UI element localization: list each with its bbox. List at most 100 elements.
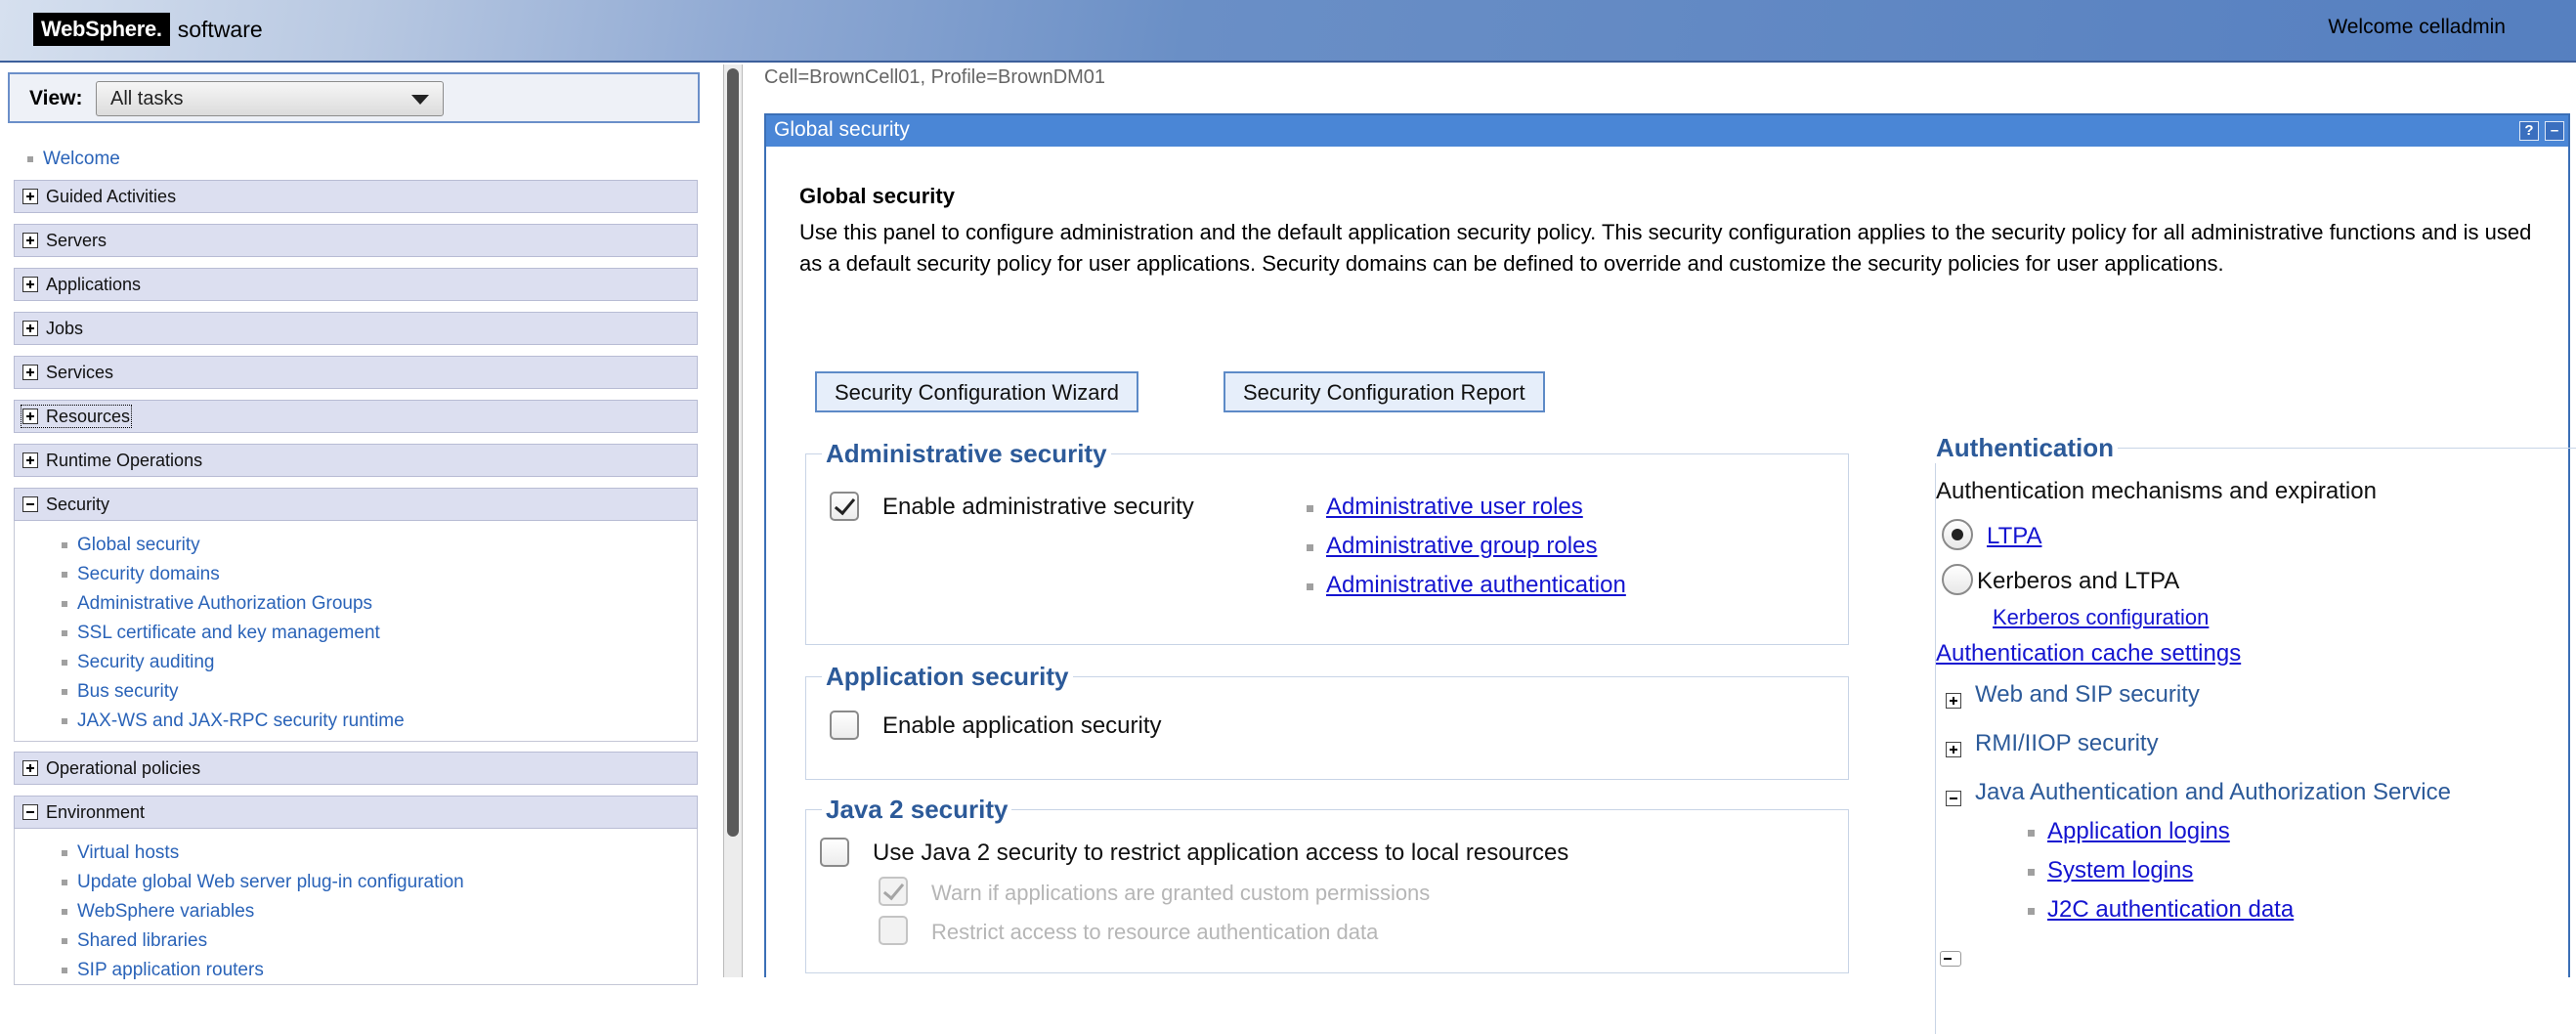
expand-icon[interactable]	[22, 365, 38, 380]
nav-item-label: Security domains	[77, 564, 220, 584]
nav-item-label: Security auditing	[77, 652, 215, 672]
expand-icon[interactable]	[22, 233, 38, 248]
nav-item-ssl-certificate[interactable]: SSL certificate and key management	[15, 619, 697, 648]
security-configuration-report-button[interactable]: Security Configuration Report	[1224, 371, 1545, 412]
kerberos-ltpa-label: Kerberos and LTPA	[1977, 568, 2180, 594]
nav-item-security-auditing[interactable]: Security auditing	[15, 648, 697, 677]
ltpa-radio[interactable]	[1942, 519, 1973, 550]
bullet-icon	[62, 629, 67, 636]
collapse-icon[interactable]	[1946, 791, 1961, 806]
java2-security-group: Java 2 security Use Java 2 security to r…	[805, 795, 1849, 973]
websphere-logo: WebSphere. software	[33, 12, 263, 47]
expand-icon[interactable]	[22, 760, 38, 776]
web-sip-security-section[interactable]: Web and SIP security	[1975, 681, 2200, 709]
expand-icon[interactable]	[22, 452, 38, 468]
nav-category-label: Servers	[46, 231, 107, 250]
nav-scroll-thumb[interactable]	[727, 68, 739, 837]
nav-category-jobs[interactable]: Jobs	[14, 312, 698, 345]
view-select[interactable]: All tasks	[96, 81, 444, 116]
page-title: Global security	[799, 184, 955, 208]
expand-icon[interactable]	[1946, 693, 1961, 709]
bullet-icon	[62, 600, 67, 607]
nav-category-security[interactable]: Security	[14, 488, 698, 521]
panel-header-title: Global security	[774, 118, 910, 141]
security-subitems: Global security Security domains Adminis…	[14, 521, 698, 742]
nav-category-services[interactable]: Services	[14, 356, 698, 389]
navigation-tree: View: All tasks Welcome Guided Activitie…	[0, 65, 723, 985]
bullet-icon	[2028, 869, 2035, 876]
administrative-security-group: Administrative security Enable administr…	[805, 439, 1849, 645]
expand-icon[interactable]	[1946, 742, 1961, 757]
rmi-iiop-security-section[interactable]: RMI/IIOP security	[1975, 730, 2159, 757]
nav-category-environment[interactable]: Environment	[14, 796, 698, 829]
security-configuration-wizard-button[interactable]: Security Configuration Wizard	[815, 371, 1139, 412]
restrict-resource-auth-checkbox[interactable]	[879, 916, 908, 945]
enable-application-security-checkbox[interactable]	[830, 711, 859, 740]
help-icon[interactable]: ?	[2519, 121, 2539, 141]
nav-scrollbar[interactable]	[723, 65, 743, 977]
expand-icon[interactable]	[22, 189, 38, 204]
nav-item-shared-libraries[interactable]: Shared libraries	[15, 926, 697, 956]
bullet-icon	[1307, 505, 1313, 512]
bullet-icon	[62, 879, 67, 885]
environment-subitems: Virtual hosts Update global Web server p…	[14, 829, 698, 985]
jaas-section[interactable]: Java Authentication and Authorization Se…	[1975, 779, 2451, 806]
application-security-legend: Application security	[822, 662, 1073, 692]
nav-category-label: Resources	[46, 407, 131, 426]
ltpa-link[interactable]: LTPA	[1987, 523, 2041, 550]
nav-category-label: Runtime Operations	[46, 451, 203, 470]
enable-administrative-security-checkbox[interactable]	[830, 492, 859, 521]
authentication-group: Authentication Authentication mechanisms…	[1932, 433, 2576, 1034]
nav-item-admin-authorization-groups[interactable]: Administrative Authorization Groups	[15, 589, 697, 619]
nav-item-virtual-hosts[interactable]: Virtual hosts	[15, 839, 697, 868]
nav-item-jax-ws-security[interactable]: JAX-WS and JAX-RPC security runtime	[15, 707, 697, 736]
nav-category-runtime-operations[interactable]: Runtime Operations	[14, 444, 698, 477]
nav-category-servers[interactable]: Servers	[14, 224, 698, 257]
nav-item-label: WebSphere variables	[77, 901, 255, 922]
expand-icon[interactable]	[22, 321, 38, 336]
nav-item-security-domains[interactable]: Security domains	[15, 560, 697, 589]
nav-welcome-link[interactable]: Welcome	[27, 149, 120, 170]
nav-category-guided-activities[interactable]: Guided Activities	[14, 180, 698, 213]
nav-category-label: Jobs	[46, 319, 84, 338]
expand-icon[interactable]	[22, 277, 38, 292]
use-java2-security-checkbox[interactable]	[820, 838, 849, 867]
nav-category-applications[interactable]: Applications	[14, 268, 698, 301]
minimize-icon[interactable]: –	[2545, 121, 2564, 141]
panel-header: Global security ? –	[766, 115, 2568, 147]
java2-security-legend: Java 2 security	[822, 795, 1012, 825]
nav-item-bus-security[interactable]: Bus security	[15, 677, 697, 707]
application-logins-link[interactable]: Application logins	[2047, 818, 2230, 845]
nav-category-operational-policies[interactable]: Operational policies	[14, 752, 698, 785]
nav-category-label: Operational policies	[46, 758, 201, 778]
warn-custom-permissions-checkbox[interactable]	[879, 877, 908, 906]
system-logins-link[interactable]: System logins	[2047, 857, 2193, 884]
nav-category-resources[interactable]: Resources	[14, 400, 698, 433]
main-content: Cell=BrownCell01, Profile=BrownDM01 Glob…	[745, 65, 2576, 1034]
breadcrumb: Cell=BrownCell01, Profile=BrownDM01	[764, 66, 1106, 88]
expand-icon[interactable]	[22, 409, 38, 424]
authentication-cache-settings-link[interactable]: Authentication cache settings	[1936, 640, 2241, 668]
kerberos-ltpa-radio[interactable]	[1942, 564, 1973, 595]
partially-visible-checkbox[interactable]	[1940, 951, 1961, 967]
nav-item-sip-routers[interactable]: SIP application routers	[15, 956, 697, 985]
nav-item-label: Global security	[77, 535, 200, 555]
administrative-user-roles-link[interactable]: Administrative user roles	[1326, 494, 1583, 521]
nav-item-websphere-variables[interactable]: WebSphere variables	[15, 897, 697, 926]
nav-item-global-security[interactable]: Global security	[15, 531, 697, 560]
collapse-icon[interactable]	[22, 496, 38, 512]
collapse-icon[interactable]	[22, 804, 38, 820]
enable-administrative-security-label: Enable administrative security	[882, 494, 1194, 520]
nav-item-label: JAX-WS and JAX-RPC security runtime	[77, 711, 405, 731]
nav-category-label: Security	[46, 495, 110, 514]
administrative-group-roles-link[interactable]: Administrative group roles	[1326, 533, 1597, 560]
global-security-panel: Global security ? – Global security Use …	[764, 113, 2576, 1034]
nav-welcome-label: Welcome	[43, 149, 120, 169]
nav-category-label: Guided Activities	[46, 187, 177, 206]
kerberos-configuration-link[interactable]: Kerberos configuration	[1993, 605, 2209, 630]
administrative-authentication-link[interactable]: Administrative authentication	[1326, 572, 1626, 599]
view-select-value: All tasks	[110, 88, 184, 109]
j2c-authentication-data-link[interactable]: J2C authentication data	[2047, 896, 2294, 924]
nav-item-label: Shared libraries	[77, 930, 208, 951]
nav-item-update-plugin[interactable]: Update global Web server plug-in configu…	[15, 868, 697, 897]
